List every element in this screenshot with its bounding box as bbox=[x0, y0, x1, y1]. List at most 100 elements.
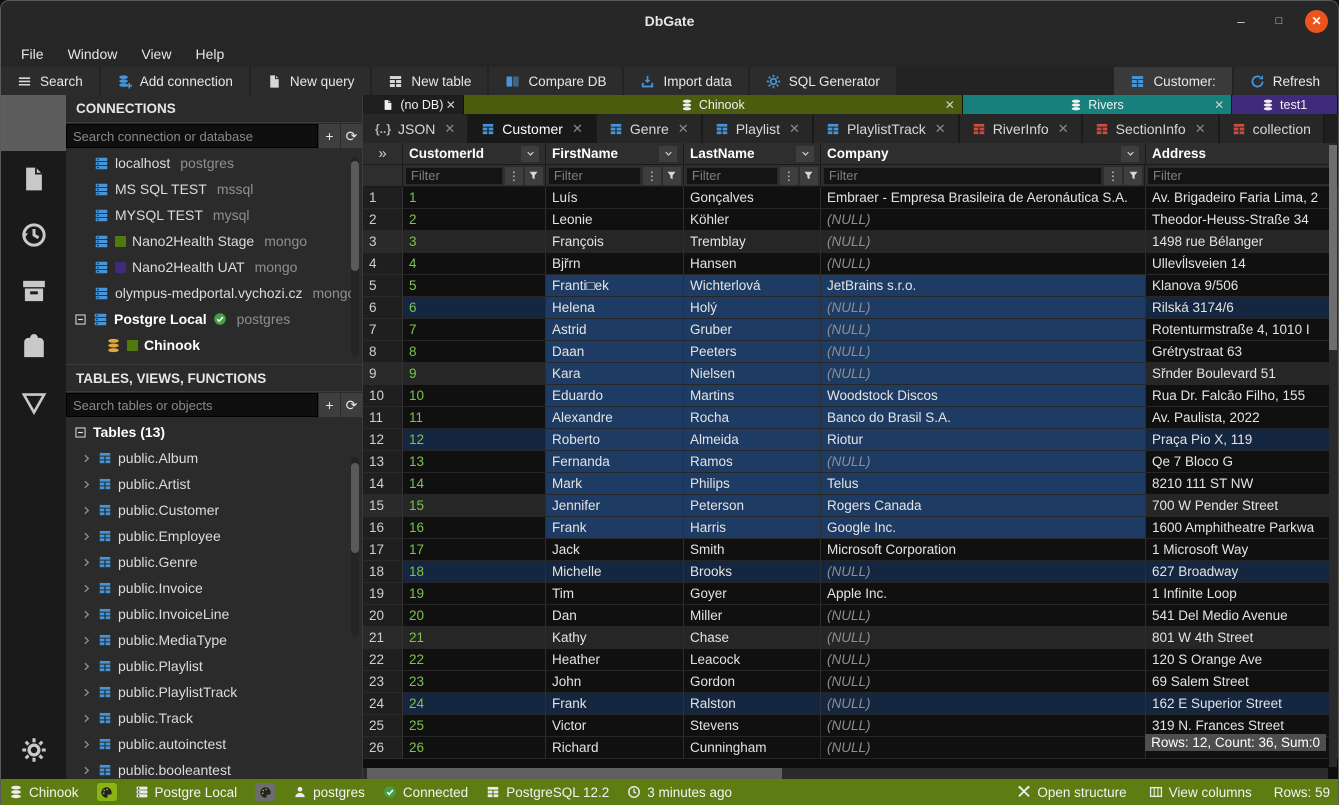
column-dropdown-icon[interactable] bbox=[659, 146, 677, 162]
row-number[interactable]: 24 bbox=[363, 693, 403, 715]
cell-company[interactable]: (NULL) bbox=[821, 231, 1146, 253]
rail-item-archive[interactable] bbox=[1, 263, 66, 319]
tables-refresh-button[interactable]: ⟳ bbox=[340, 393, 362, 417]
cell-firstname[interactable]: Kathy bbox=[546, 627, 684, 649]
cell-address[interactable]: Grétrystraat 63 bbox=[1146, 341, 1338, 363]
connection-item[interactable]: MYSQL TESTmysql bbox=[66, 202, 362, 228]
cell-lastname[interactable]: Peeters bbox=[684, 341, 821, 363]
cell-address[interactable]: 801 W 4th Street bbox=[1146, 627, 1338, 649]
cell-company[interactable]: Rogers Canada bbox=[821, 495, 1146, 517]
column-header-company[interactable]: Company bbox=[821, 143, 1146, 165]
cell-address[interactable]: Theodor-Heuss-Straße 34 bbox=[1146, 209, 1338, 231]
cell-firstname[interactable]: Tim bbox=[546, 583, 684, 605]
cell-address[interactable]: Rilská 3174/6 bbox=[1146, 297, 1338, 319]
column-header-customerid[interactable]: CustomerId bbox=[403, 143, 546, 165]
cell-company[interactable]: (NULL) bbox=[821, 253, 1146, 275]
row-number[interactable]: 14 bbox=[363, 473, 403, 495]
cell-company[interactable]: Banco do Brasil S.A. bbox=[821, 407, 1146, 429]
table-item[interactable]: public.Album bbox=[66, 445, 362, 471]
cell-company[interactable]: (NULL) bbox=[821, 671, 1146, 693]
table-item[interactable]: public.autoinctest bbox=[66, 731, 362, 757]
tab-group-rivers[interactable]: Rivers✕ bbox=[963, 95, 1232, 114]
maximize-button[interactable]: □ bbox=[1267, 9, 1291, 33]
cell-company[interactable]: (NULL) bbox=[821, 297, 1146, 319]
row-number[interactable]: 10 bbox=[363, 385, 403, 407]
cell-address[interactable]: Sřnder Boulevard 51 bbox=[1146, 363, 1338, 385]
close-icon[interactable]: ✕ bbox=[1214, 98, 1224, 112]
cell-company[interactable]: Telus bbox=[821, 473, 1146, 495]
cell-lastname[interactable]: Harris bbox=[684, 517, 821, 539]
cell-address[interactable]: 1600 Amphitheatre Parkwa bbox=[1146, 517, 1338, 539]
cell-company[interactable]: (NULL) bbox=[821, 715, 1146, 737]
table-item[interactable]: public.MediaType bbox=[66, 627, 362, 653]
close-icon[interactable]: ✕ bbox=[789, 121, 800, 137]
toolbar-button-new-query[interactable]: New query bbox=[251, 67, 373, 95]
tab-genre[interactable]: Genre✕ bbox=[597, 114, 703, 143]
cell-company[interactable]: Google Inc. bbox=[821, 517, 1146, 539]
close-icon[interactable]: ✕ bbox=[572, 121, 583, 137]
row-number[interactable]: 23 bbox=[363, 671, 403, 693]
rail-item-triangle[interactable] bbox=[1, 375, 66, 431]
cell-customerid[interactable]: 6 bbox=[403, 297, 546, 319]
cell-lastname[interactable]: Nielsen bbox=[684, 363, 821, 385]
cell-customerid[interactable]: 26 bbox=[403, 737, 546, 759]
connection-item[interactable]: Nano2Health UATmongo bbox=[66, 254, 362, 280]
cell-customerid[interactable]: 7 bbox=[403, 319, 546, 341]
cell-lastname[interactable]: Köhler bbox=[684, 209, 821, 231]
theme-color-button[interactable] bbox=[255, 783, 275, 801]
row-number[interactable]: 5 bbox=[363, 275, 403, 297]
row-number[interactable]: 12 bbox=[363, 429, 403, 451]
cell-address[interactable]: 541 Del Medio Avenue bbox=[1146, 605, 1338, 627]
table-item[interactable]: public.booleantest bbox=[66, 757, 362, 779]
rail-item-file[interactable] bbox=[1, 151, 66, 207]
cell-customerid[interactable]: 24 bbox=[403, 693, 546, 715]
filter-menu-icon[interactable]: ⋮ bbox=[505, 167, 523, 185]
row-number[interactable]: 25 bbox=[363, 715, 403, 737]
cell-lastname[interactable]: Ralston bbox=[684, 693, 821, 715]
column-header-firstname[interactable]: FirstName bbox=[546, 143, 684, 165]
row-number[interactable]: 3 bbox=[363, 231, 403, 253]
connection-item[interactable]: olympus-medportal.vychozi.czmongo bbox=[66, 280, 362, 306]
cell-customerid[interactable]: 14 bbox=[403, 473, 546, 495]
tables-add-button[interactable]: + bbox=[318, 393, 340, 417]
table-item[interactable]: public.Track bbox=[66, 705, 362, 731]
cell-firstname[interactable]: Frank bbox=[546, 693, 684, 715]
table-item[interactable]: public.Invoice bbox=[66, 575, 362, 601]
row-number[interactable]: 9 bbox=[363, 363, 403, 385]
tab-group-test1[interactable]: test1 bbox=[1232, 95, 1338, 114]
cell-address[interactable]: Rua Dr. Falcăo Filho, 155 bbox=[1146, 385, 1338, 407]
filter-input-company[interactable] bbox=[823, 167, 1102, 185]
cell-customerid[interactable]: 22 bbox=[403, 649, 546, 671]
cell-address[interactable]: Praça Pio X, 119 bbox=[1146, 429, 1338, 451]
cell-firstname[interactable]: Roberto bbox=[546, 429, 684, 451]
cell-firstname[interactable]: Alexandre bbox=[546, 407, 684, 429]
cell-address[interactable]: 120 S Orange Ave bbox=[1146, 649, 1338, 671]
cell-company[interactable]: Embraer - Empresa Brasileira de Aeronáut… bbox=[821, 187, 1146, 209]
cell-lastname[interactable]: Almeida bbox=[684, 429, 821, 451]
cell-customerid[interactable]: 23 bbox=[403, 671, 546, 693]
column-header-address[interactable]: Address bbox=[1146, 143, 1338, 165]
column-dropdown-icon[interactable] bbox=[796, 146, 814, 162]
row-number[interactable]: 2 bbox=[363, 209, 403, 231]
cell-customerid[interactable]: 5 bbox=[403, 275, 546, 297]
cell-firstname[interactable]: Jack bbox=[546, 539, 684, 561]
filter-funnel-icon[interactable] bbox=[525, 167, 543, 185]
tab-json[interactable]: {..}JSON✕ bbox=[363, 114, 469, 143]
filter-menu-icon[interactable]: ⋮ bbox=[780, 167, 798, 185]
cell-lastname[interactable]: Stevens bbox=[684, 715, 821, 737]
cell-address[interactable]: 8210 111 ST NW bbox=[1146, 473, 1338, 495]
tab-group-nodb[interactable]: (no DB)✕ bbox=[363, 95, 464, 114]
filter-input-address[interactable] bbox=[1147, 167, 1335, 185]
cell-company[interactable]: (NULL) bbox=[821, 319, 1146, 341]
cell-firstname[interactable]: Bjřrn bbox=[546, 253, 684, 275]
table-item[interactable]: public.InvoiceLine bbox=[66, 601, 362, 627]
cell-lastname[interactable]: Martins bbox=[684, 385, 821, 407]
connection-item[interactable]: Postgre Localpostgres bbox=[66, 306, 362, 332]
connections-search-input[interactable] bbox=[66, 124, 318, 148]
cell-company[interactable]: (NULL) bbox=[821, 341, 1146, 363]
column-dropdown-icon[interactable] bbox=[1121, 146, 1139, 162]
cell-customerid[interactable]: 10 bbox=[403, 385, 546, 407]
cell-firstname[interactable]: Eduardo bbox=[546, 385, 684, 407]
row-number[interactable]: 4 bbox=[363, 253, 403, 275]
row-number[interactable]: 17 bbox=[363, 539, 403, 561]
